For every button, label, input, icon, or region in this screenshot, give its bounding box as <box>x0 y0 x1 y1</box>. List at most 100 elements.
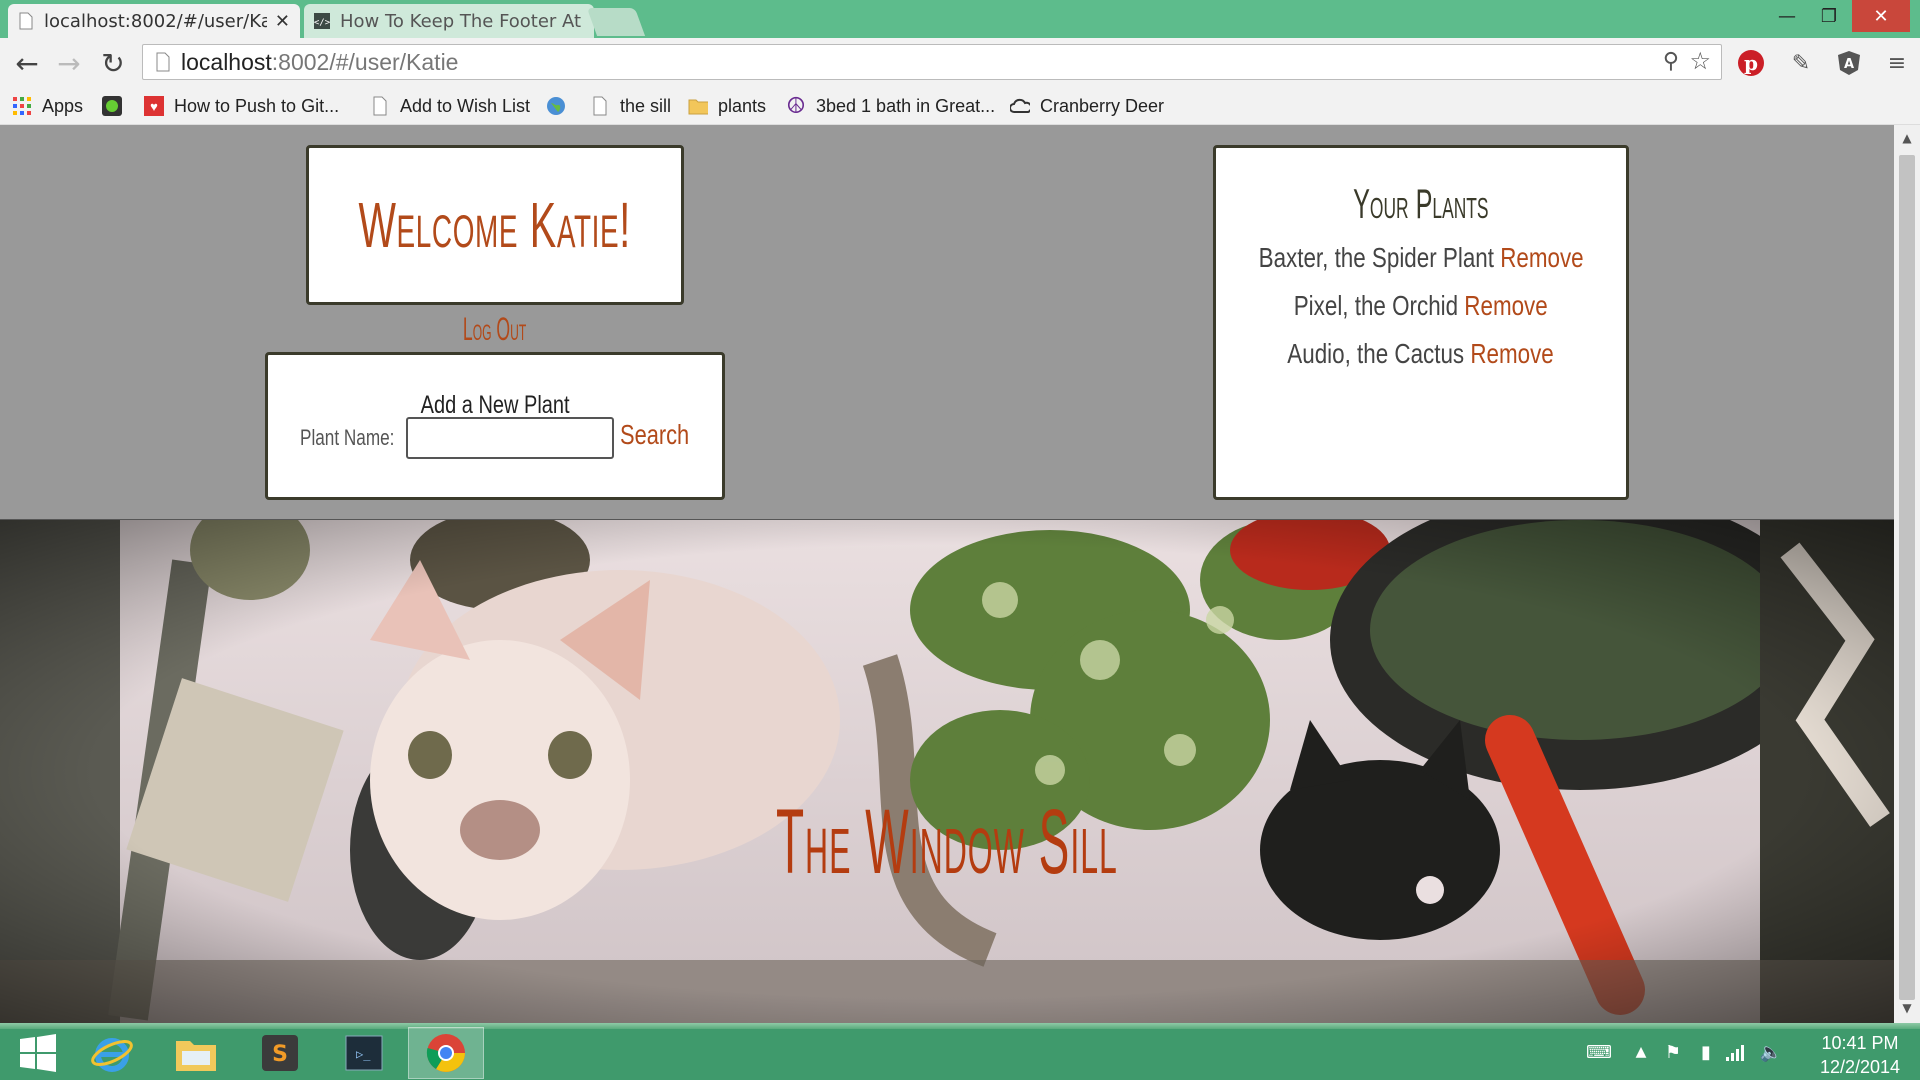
remove-plant-link[interactable]: Remove <box>1465 290 1548 321</box>
bookmark-apps[interactable]: Apps <box>12 88 83 124</box>
forward-arrow-icon[interactable]: → <box>52 46 86 80</box>
search-button[interactable]: Search <box>620 419 709 451</box>
svg-text:♥: ♥ <box>150 99 158 114</box>
back-arrow-icon[interactable]: ← <box>10 46 44 80</box>
bookmark-the-sill[interactable]: the sill <box>590 88 671 124</box>
scroll-up-arrow-icon[interactable]: ▲ <box>1894 131 1920 147</box>
clock-time: 10:41 PM <box>1821 1033 1899 1053</box>
angular-icon[interactable]: A <box>1834 48 1864 78</box>
plant-name-label: Plant Name: <box>300 425 421 451</box>
remove-plant-link[interactable]: Remove <box>1500 242 1583 273</box>
windows-taskbar: S ▷_ ⌨ ▲ ⚑ ▮ 🔈 10:41 PM 12/2/2014 <box>0 1023 1920 1080</box>
chrome-icon[interactable] <box>408 1027 484 1079</box>
tab-label: How To Keep The Footer At <box>340 10 582 32</box>
add-plant-heading: Add a New Plant <box>268 391 722 420</box>
page-viewport: Welcome Katie! Log Out Add a New Plant P… <box>0 125 1894 1023</box>
svg-text:S: S <box>272 1042 288 1067</box>
cat-and-plants-photo <box>0 520 1894 1023</box>
bookmark-label: Cranberry Deer <box>1040 95 1165 116</box>
window-close-icon[interactable]: ✕ <box>1852 0 1910 32</box>
sublime-text-icon[interactable]: S <box>242 1027 318 1079</box>
network-signal-icon[interactable] <box>1722 1037 1752 1067</box>
add-plant-heading-text: Add a New Plant <box>420 391 570 419</box>
peace-icon: ☮ <box>786 93 806 118</box>
list-item: Audio, the Cactus Remove <box>1216 338 1626 370</box>
search-icon[interactable]: ⚲ <box>1663 49 1679 74</box>
page-icon <box>19 12 33 30</box>
globe-icon <box>546 96 566 116</box>
plant-name: Baxter, the Spider Plant <box>1258 242 1494 273</box>
page-icon <box>590 96 610 116</box>
scroll-down-arrow-icon[interactable]: ▼ <box>1894 1001 1920 1017</box>
page-icon <box>370 96 390 116</box>
battery-icon[interactable]: ▮ <box>1692 1037 1720 1067</box>
taskbar-clock[interactable]: 10:41 PM 12/2/2014 <box>1812 1031 1908 1079</box>
heart-shield-icon: ♥ <box>144 96 164 116</box>
tab-label: localhost:8002/#/user/Katie <box>44 10 267 32</box>
bookmark-label: the sill <box>620 95 672 116</box>
green-app-icon <box>102 96 122 116</box>
plant-name-label-text: Plant Name: <box>300 425 395 450</box>
show-hidden-icons-icon[interactable]: ▲ <box>1628 1037 1654 1067</box>
bookmark-globe[interactable] <box>546 88 576 124</box>
bookmark-label: plants <box>718 95 767 116</box>
bookmark-3bed-1bath[interactable]: ☮ 3bed 1 bath in Great... <box>786 88 995 124</box>
clock-date: 12/2/2014 <box>1819 1057 1901 1077</box>
action-center-flag-icon[interactable]: ⚑ <box>1658 1037 1688 1067</box>
tab-close-icon[interactable]: ✕ <box>275 11 290 32</box>
terminal-icon[interactable]: ▷_ <box>326 1027 402 1079</box>
page-scrollbar[interactable]: ▲ ▼ <box>1894 125 1920 1023</box>
bookmark-star-icon[interactable]: ☆ <box>1689 47 1711 75</box>
logout-label: Log Out <box>463 311 527 347</box>
new-tab-button[interactable] <box>586 8 646 36</box>
restore-icon[interactable]: ❐ <box>1806 0 1852 32</box>
bookmark-push-to-git[interactable]: ♥ How to Push to Git... <box>144 88 339 124</box>
volume-icon[interactable]: 🔈 <box>1756 1037 1786 1067</box>
pinterest-icon[interactable]: p <box>1736 48 1766 78</box>
bookmark-cranberry-deer[interactable]: Cranberry Deer <box>1010 88 1164 124</box>
url-host: localhost <box>181 48 272 75</box>
list-item: Baxter, the Spider Plant Remove <box>1216 242 1626 274</box>
svg-text:A: A <box>1844 57 1854 72</box>
search-button-label: Search <box>620 419 690 450</box>
window-sill-footer: The Window Sill <box>0 519 1894 1023</box>
url-text: localhost:8002/#/user/Katie <box>181 49 458 76</box>
internet-explorer-icon[interactable] <box>74 1027 150 1079</box>
file-explorer-icon[interactable] <box>158 1027 234 1079</box>
site-title: The Window Sill <box>0 790 1894 895</box>
cloud-icon <box>1010 96 1030 116</box>
scrollbar-thumb[interactable] <box>1899 155 1915 1000</box>
bookmark-green-app[interactable] <box>102 88 132 124</box>
reload-icon[interactable]: ↻ <box>96 46 130 80</box>
bookmarks-bar: Apps ♥ How to Push to Git... Add to Wish… <box>0 88 1920 125</box>
svg-text:▷_: ▷_ <box>356 1047 371 1061</box>
plant-name-input[interactable] <box>406 417 614 459</box>
minimize-icon[interactable]: — <box>1764 0 1810 32</box>
url-path: :8002/#/user/Katie <box>271 48 459 75</box>
menu-icon[interactable]: ≡ <box>1882 48 1912 78</box>
svg-text:</>: </> <box>314 18 330 28</box>
eyedropper-icon[interactable]: ✎ <box>1786 48 1816 78</box>
welcome-card: Welcome Katie! <box>306 145 684 305</box>
bookmark-label: Apps <box>42 95 84 116</box>
tab-localhost[interactable]: localhost:8002/#/user/Katie ✕ <box>8 4 300 38</box>
svg-text:p: p <box>1744 51 1758 75</box>
bookmark-wish-list[interactable]: Add to Wish List <box>370 88 530 124</box>
keyboard-icon[interactable]: ⌨ <box>1574 1037 1624 1067</box>
folder-icon <box>688 96 708 116</box>
welcome-heading: Welcome Katie! <box>358 189 632 261</box>
bookmark-label: Add to Wish List <box>400 95 531 116</box>
your-plants-heading-text: Your Plants <box>1353 180 1489 227</box>
browser-toolbar: ← → ↻ localhost:8002/#/user/Katie ⚲ ☆ p … <box>0 38 1920 88</box>
bookmark-plants-folder[interactable]: plants <box>688 88 766 124</box>
address-bar[interactable]: localhost:8002/#/user/Katie ⚲ ☆ <box>142 44 1722 80</box>
page-icon <box>156 52 170 72</box>
windows-start-icon[interactable] <box>0 1027 76 1079</box>
remove-plant-link[interactable]: Remove <box>1471 338 1554 369</box>
add-plant-card: Add a New Plant Plant Name: Search <box>265 352 725 500</box>
site-title-text: The Window Sill <box>776 791 1118 893</box>
logout-link[interactable]: Log Out <box>306 311 684 348</box>
bookmark-label: 3bed 1 bath in Great... <box>816 95 996 116</box>
tab-footer-article[interactable]: </> How To Keep The Footer At <box>304 4 594 38</box>
your-plants-heading: Your Plants <box>1216 180 1626 228</box>
